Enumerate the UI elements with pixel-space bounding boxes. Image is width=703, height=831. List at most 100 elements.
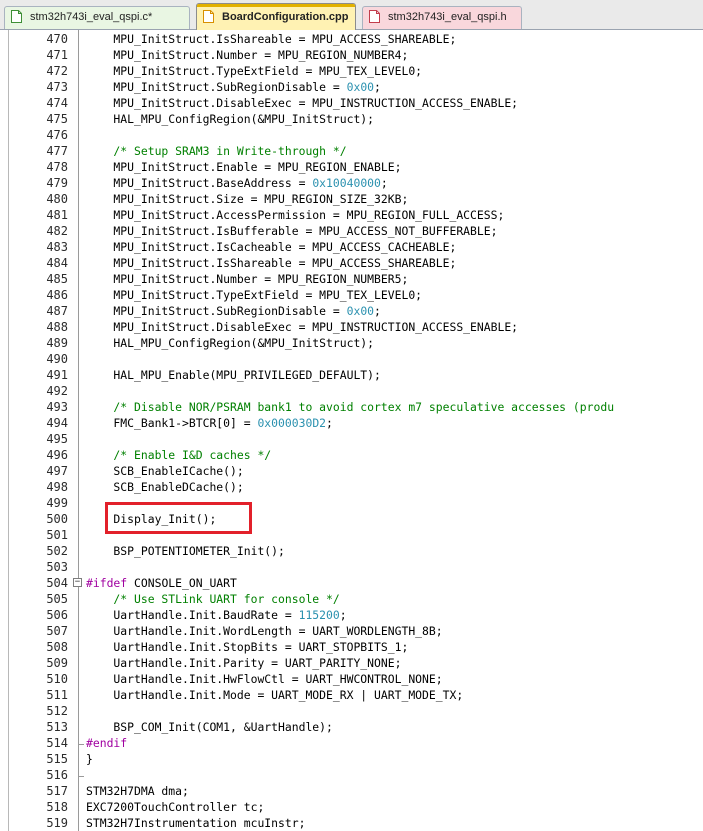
code-line[interactable]: 507 UartHandle.Init.WordLength = UART_WO… [0, 623, 703, 639]
code-line[interactable]: 489 HAL_MPU_ConfigRegion(&MPU_InitStruct… [0, 335, 703, 351]
code-token: MPU_InitStruct.BaseAddress = [86, 176, 313, 190]
code-line[interactable]: 515} [0, 751, 703, 767]
code-line[interactable]: 492 [0, 383, 703, 399]
code-line[interactable]: 481 MPU_InitStruct.AccessPermission = MP… [0, 207, 703, 223]
code-line[interactable]: 514 #endif [0, 735, 703, 751]
code-line[interactable]: 503 [0, 559, 703, 575]
code-token: MPU_InitStruct.TypeExtField = MPU_TEX_LE… [86, 288, 423, 302]
code-text: #endif [86, 735, 127, 751]
tab-label: BoardConfiguration.cpp [222, 11, 349, 23]
fold-collapse-icon[interactable]: − [73, 578, 82, 587]
code-line[interactable]: 486 MPU_InitStruct.TypeExtField = MPU_TE… [0, 287, 703, 303]
code-token: MPU_InitStruct.Enable = MPU_REGION_ENABL… [86, 160, 402, 174]
code-line[interactable]: 495 [0, 431, 703, 447]
code-token: MPU_InitStruct.DisableExec = MPU_INSTRUC… [86, 96, 519, 110]
code-token: /* Disable NOR/PSRAM bank1 to avoid cort… [86, 400, 615, 414]
code-line[interactable]: 497 SCB_EnableICache(); [0, 463, 703, 479]
code-line[interactable]: 484 MPU_InitStruct.IsShareable = MPU_ACC… [0, 255, 703, 271]
code-line[interactable]: 470 MPU_InitStruct.IsShareable = MPU_ACC… [0, 31, 703, 47]
code-line[interactable]: 472 MPU_InitStruct.TypeExtField = MPU_TE… [0, 63, 703, 79]
code-line[interactable]: 516 [0, 767, 703, 783]
line-number: 507 [46, 624, 68, 638]
code-token: ; [380, 176, 388, 190]
code-token: MPU_InitStruct.IsShareable = MPU_ACCESS_… [86, 256, 457, 270]
code-line[interactable]: 509 UartHandle.Init.Parity = UART_PARITY… [0, 655, 703, 671]
code-token: HAL_MPU_ConfigRegion(&MPU_InitStruct); [86, 336, 375, 350]
code-line[interactable]: 488 MPU_InitStruct.DisableExec = MPU_INS… [0, 319, 703, 335]
code-line[interactable]: 513 BSP_COM_Init(COM1, &UartHandle); [0, 719, 703, 735]
line-number: 485 [46, 272, 68, 286]
code-line[interactable]: 508 UartHandle.Init.StopBits = UART_STOP… [0, 639, 703, 655]
code-line[interactable]: 476 [0, 127, 703, 143]
code-line[interactable]: 493 /* Disable NOR/PSRAM bank1 to avoid … [0, 399, 703, 415]
code-text: /* Use STLink UART for console */ [86, 591, 339, 607]
code-line[interactable]: 478 MPU_InitStruct.Enable = MPU_REGION_E… [0, 159, 703, 175]
code-line[interactable]: 485 MPU_InitStruct.Number = MPU_REGION_N… [0, 271, 703, 287]
line-number: 473 [46, 80, 68, 94]
code-token: UartHandle.Init.BaudRate = [86, 608, 299, 622]
line-number: 496 [46, 448, 68, 462]
code-line[interactable]: 506 UartHandle.Init.BaudRate = 115200; [0, 607, 703, 623]
code-token: 0x00 [346, 304, 375, 318]
code-line[interactable]: 510 UartHandle.Init.HwFlowCtl = UART_HWC… [0, 671, 703, 687]
code-line[interactable]: 471 MPU_InitStruct.Number = MPU_REGION_N… [0, 47, 703, 63]
line-number: 513 [46, 720, 68, 734]
tab-stm32h743i-eval-qspi-h[interactable]: stm32h743i_eval_qspi.h [362, 6, 522, 29]
code-line[interactable]: 519 STM32H7Instrumentation mcuInstr; [0, 815, 703, 831]
code-token: 0x000030D2 [257, 416, 327, 430]
line-number: 511 [46, 688, 68, 702]
code-line[interactable]: 517 STM32H7DMA dma; [0, 783, 703, 799]
code-line[interactable]: 491 HAL_MPU_Enable(MPU_PRIVILEGED_DEFAUL… [0, 367, 703, 383]
code-line[interactable]: 490 [0, 351, 703, 367]
code-token: UartHandle.Init.Mode = UART_MODE_RX | UA… [86, 688, 464, 702]
code-line[interactable]: 475 HAL_MPU_ConfigRegion(&MPU_InitStruct… [0, 111, 703, 127]
code-token: UartHandle.Init.WordLength = UART_WORDLE… [86, 624, 443, 638]
code-token: 0x00 [346, 80, 375, 94]
code-line[interactable]: 480 MPU_InitStruct.Size = MPU_REGION_SIZ… [0, 191, 703, 207]
line-number: 498 [46, 480, 68, 494]
line-number: 517 [46, 784, 68, 798]
code-token: } [86, 752, 93, 766]
display-init-highlight-box [105, 502, 252, 534]
code-line[interactable]: 511 UartHandle.Init.Mode = UART_MODE_RX … [0, 687, 703, 703]
line-number: 480 [46, 192, 68, 206]
code-line[interactable]: 518 EXC7200TouchController tc; [0, 799, 703, 815]
code-line[interactable]: 496 /* Enable I&D caches */ [0, 447, 703, 463]
code-text: MPU_InitStruct.Number = MPU_REGION_NUMBE… [86, 271, 408, 287]
code-text: BSP_COM_Init(COM1, &UartHandle); [86, 719, 332, 735]
code-line[interactable]: 477 /* Setup SRAM3 in Write-through */ [0, 143, 703, 159]
code-token: UartHandle.Init.HwFlowCtl = UART_HWCONTR… [86, 672, 443, 686]
code-line[interactable]: 479 MPU_InitStruct.BaseAddress = 0x10040… [0, 175, 703, 191]
line-number: 476 [46, 128, 68, 142]
line-number: 504 [46, 576, 68, 590]
code-text: UartHandle.Init.BaudRate = 115200; [86, 607, 346, 623]
code-editor[interactable]: 470 MPU_InitStruct.IsShareable = MPU_ACC… [0, 30, 703, 831]
code-token: MPU_InitStruct.IsShareable = MPU_ACCESS_… [86, 32, 457, 46]
tab-stm32h743i-eval-qspi-c[interactable]: stm32h743i_eval_qspi.c* [4, 6, 190, 29]
tab-boardconfiguration-cpp[interactable]: BoardConfiguration.cpp [196, 3, 356, 30]
code-line[interactable]: 498 SCB_EnableDCache(); [0, 479, 703, 495]
code-line[interactable]: 502 BSP_POTENTIOMETER_Init(); [0, 543, 703, 559]
line-number: 477 [46, 144, 68, 158]
code-line[interactable]: 473 MPU_InitStruct.SubRegionDisable = 0x… [0, 79, 703, 95]
code-line[interactable]: 504− #ifdef CONSOLE_ON_UART [0, 575, 703, 591]
code-token: STM32H7DMA dma; [86, 784, 189, 798]
code-line[interactable]: 482 MPU_InitStruct.IsBufferable = MPU_AC… [0, 223, 703, 239]
code-text: MPU_InitStruct.DisableExec = MPU_INSTRUC… [86, 319, 518, 335]
code-line[interactable]: 512 [0, 703, 703, 719]
code-token: SCB_EnableICache(); [86, 464, 244, 478]
line-number: 470 [46, 32, 68, 46]
code-line[interactable]: 505 /* Use STLink UART for console */ [0, 591, 703, 607]
line-number: 482 [46, 224, 68, 238]
code-text: MPU_InitStruct.IsShareable = MPU_ACCESS_… [86, 31, 456, 47]
code-text: HAL_MPU_ConfigRegion(&MPU_InitStruct); [86, 335, 374, 351]
line-number: 518 [46, 800, 68, 814]
code-token: /* Enable I&D caches */ [86, 448, 272, 462]
line-number: 471 [46, 48, 68, 62]
code-line[interactable]: 474 MPU_InitStruct.DisableExec = MPU_INS… [0, 95, 703, 111]
editor-tab-bar: stm32h743i_eval_qspi.c* BoardConfigurati… [0, 0, 703, 30]
code-line[interactable]: 494 FMC_Bank1->BTCR[0] = 0x000030D2; [0, 415, 703, 431]
code-line[interactable]: 487 MPU_InitStruct.SubRegionDisable = 0x… [0, 303, 703, 319]
code-token: MPU_InitStruct.SubRegionDisable = [86, 80, 347, 94]
code-line[interactable]: 483 MPU_InitStruct.IsCacheable = MPU_ACC… [0, 239, 703, 255]
